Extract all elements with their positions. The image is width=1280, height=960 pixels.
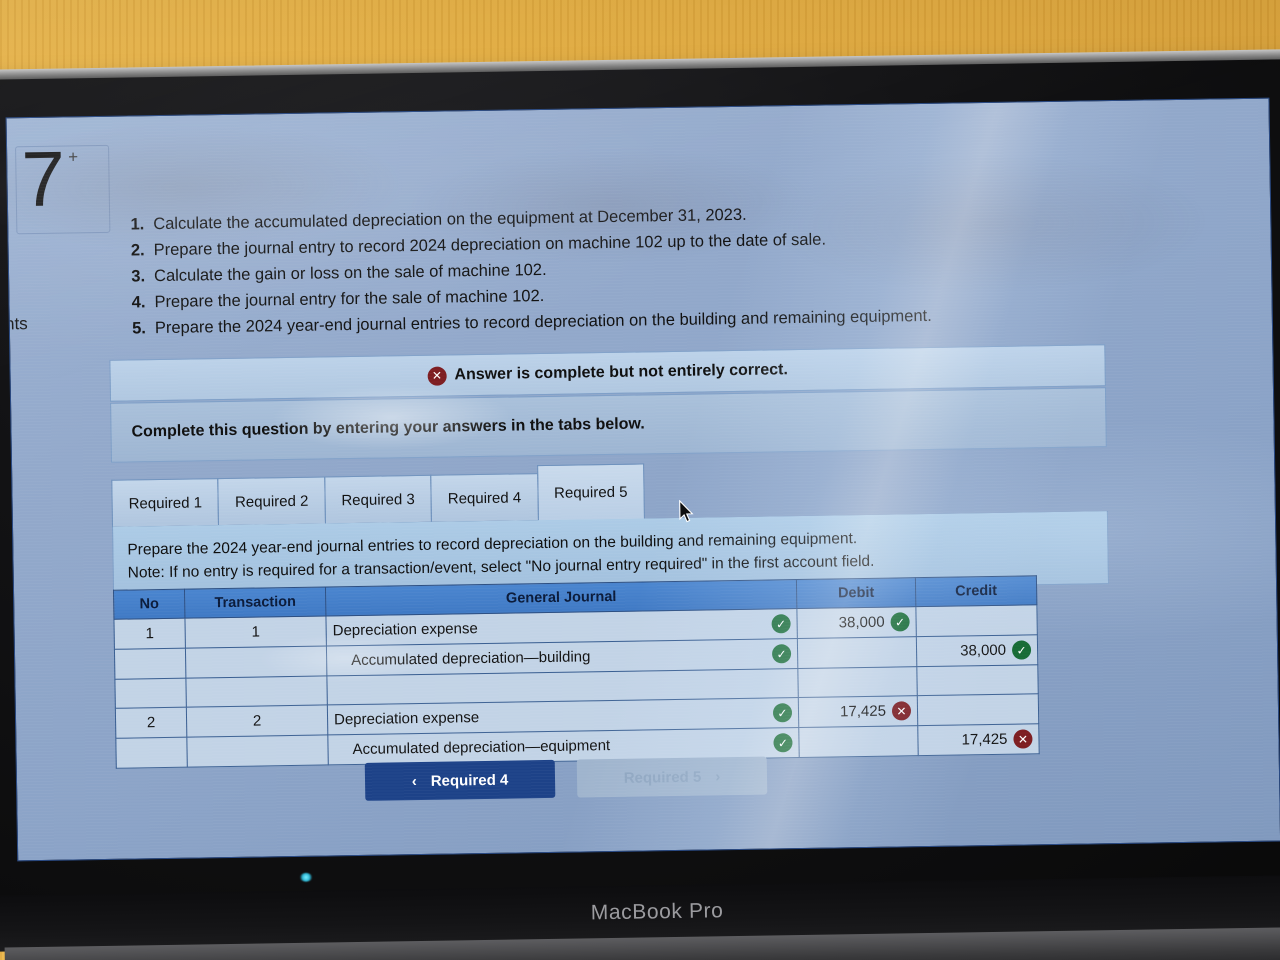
cell-transaction: 1	[184, 615, 327, 649]
points-label: oints	[5, 314, 28, 334]
tab-required-3[interactable]: Required 3	[324, 474, 433, 525]
account-name: Depreciation expense	[332, 620, 478, 640]
previous-requirement-label: Required 4	[430, 771, 509, 790]
requirement-number: 2.	[130, 241, 145, 260]
credit-amount: 38,000	[960, 641, 1007, 660]
instruction-banner-text: Complete this question by entering your …	[131, 415, 645, 441]
correct-check-icon: ✓	[771, 614, 791, 634]
cell-transaction	[186, 734, 329, 768]
account-name: Accumulated depreciation—building	[351, 648, 591, 670]
next-requirement-button[interactable]: Required 5 ›	[576, 756, 768, 798]
account-name: Accumulated depreciation—equipment	[352, 737, 611, 759]
tab-label: Required 1	[128, 493, 203, 513]
status-banner-text: Answer is complete but not entirely corr…	[454, 361, 788, 384]
account-name: Depreciation expense	[333, 709, 480, 729]
cell-transaction	[185, 645, 327, 679]
cell-no[interactable]	[114, 678, 187, 709]
question-number: 7	[20, 134, 66, 224]
requirement-number: 4.	[131, 293, 146, 312]
incorrect-x-icon: ✕	[891, 701, 912, 721]
cell-credit[interactable]: 17,425 ✕	[917, 723, 1040, 756]
debit-amount: 38,000	[838, 613, 885, 632]
correct-check-icon: ✓	[771, 644, 792, 664]
cell-no: 1	[113, 618, 186, 650]
tab-required-2[interactable]: Required 2	[217, 476, 326, 527]
column-header-transaction: Transaction	[184, 586, 326, 619]
mouse-cursor	[679, 499, 695, 529]
previous-requirement-button[interactable]: ‹ Required 4	[364, 759, 556, 801]
correct-check-icon: ✓	[773, 733, 793, 753]
chevron-left-icon: ‹	[411, 772, 417, 790]
cell-debit[interactable]	[797, 636, 917, 669]
cell-credit[interactable]	[916, 664, 1039, 696]
next-requirement-label: Required 5	[623, 768, 702, 787]
cell-debit[interactable]	[798, 725, 919, 758]
requirement-number: 1.	[130, 215, 145, 234]
cell-credit[interactable]	[917, 693, 1039, 726]
plus-icon: +	[68, 147, 79, 167]
cell-debit[interactable]: 17,425 ✕	[798, 695, 918, 728]
requirement-number: 5.	[131, 319, 147, 338]
x-circle-icon: ✕	[427, 366, 447, 386]
credit-amount: 17,425	[961, 730, 1008, 749]
chevron-right-icon: ›	[715, 767, 721, 785]
tab-label: Required 2	[234, 492, 309, 511]
tab-required-5[interactable]: Required 5	[536, 463, 645, 522]
column-header-no: No	[113, 589, 185, 620]
tab-label: Required 4	[447, 488, 522, 508]
general-journal-table: No Transaction General Journal Debit Cre…	[112, 575, 1040, 769]
tab-label: Required 5	[553, 483, 628, 502]
tab-required-4[interactable]: Required 4	[430, 473, 539, 523]
requirement-text: Calculate the gain or loss on the sale o…	[153, 260, 547, 286]
correct-check-icon: ✓	[772, 703, 793, 723]
correct-check-icon: ✓	[1011, 640, 1032, 660]
column-header-credit: Credit	[915, 575, 1037, 607]
cell-transaction[interactable]	[185, 675, 328, 708]
incorrect-x-icon: ✕	[1013, 729, 1033, 749]
column-header-debit: Debit	[796, 577, 916, 609]
cell-no: 2	[115, 707, 187, 739]
correct-check-icon: ✓	[890, 612, 910, 632]
cell-transaction: 2	[186, 704, 328, 738]
debit-amount: 17,425	[839, 702, 887, 721]
cell-debit[interactable]: 38,000 ✓	[796, 606, 917, 639]
photo-scene: 7 + oints 1. Calculate the accumulated d…	[0, 0, 1280, 960]
cell-no	[115, 737, 188, 769]
macbook-pro-laptop: 7 + oints 1. Calculate the accumulated d…	[0, 0, 1280, 960]
application-screen: 7 + oints 1. Calculate the accumulated d…	[5, 97, 1280, 862]
cell-debit[interactable]	[797, 666, 918, 698]
requirement-number: 3.	[131, 267, 146, 286]
tab-label: Required 3	[341, 490, 415, 509]
requirement-text: Prepare the journal entry for the sale o…	[154, 286, 545, 312]
requirements-list: 1. Calculate the accumulated depreciatio…	[118, 197, 1120, 343]
cell-credit[interactable]	[915, 604, 1038, 637]
cell-credit[interactable]: 38,000 ✓	[916, 634, 1038, 667]
tab-required-1[interactable]: Required 1	[111, 478, 220, 528]
cell-no	[114, 648, 186, 680]
